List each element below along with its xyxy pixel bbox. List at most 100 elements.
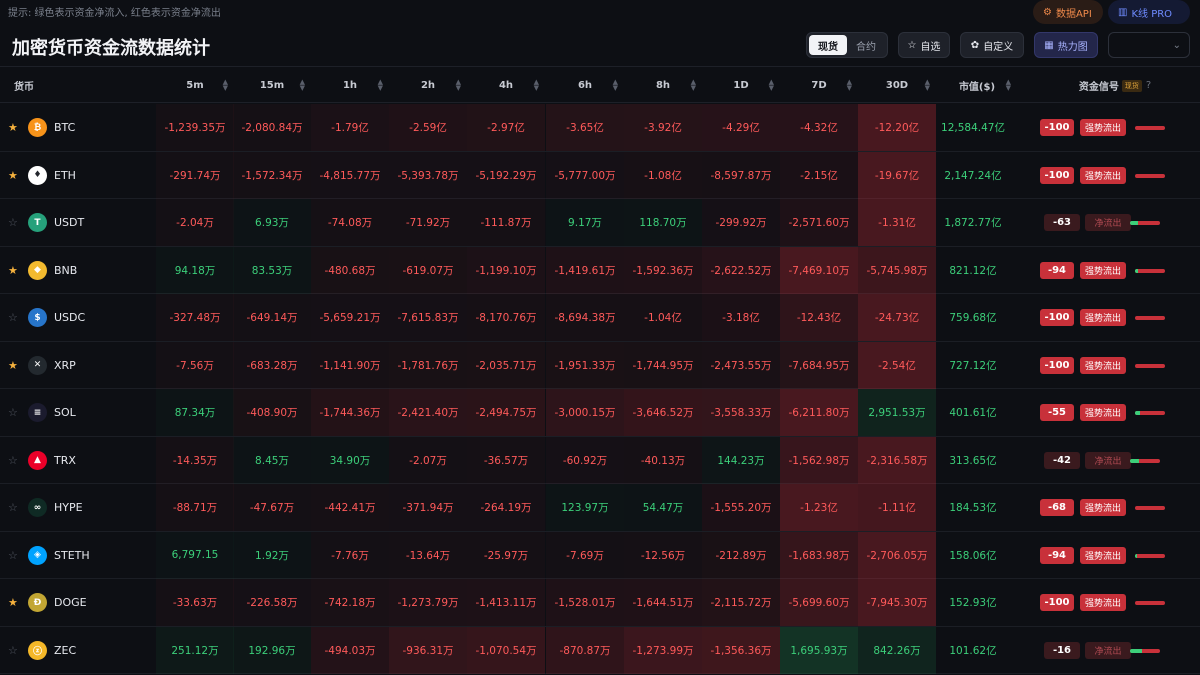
header-1d[interactable]: 1D ▲ ▼ (702, 67, 780, 104)
coin-symbol[interactable]: BTC (54, 104, 75, 151)
table-row[interactable]: ☆ ▲ TRX -14.35万 8.45万 34.90万 -2.07万 -36.57万 -60.… (0, 436, 1200, 484)
market-cap-value: 727.12亿 (949, 359, 997, 372)
table-row[interactable]: ☆ ≡ SOL 87.34万 -408.90万 -1,744.36万 -2,421.40万 -… (0, 389, 1200, 437)
kline-pro-button[interactable]: ▥ K线 PRO (1108, 0, 1190, 24)
header-2h[interactable]: 2h ▲ ▼ (389, 67, 467, 104)
flow-cell-4h: -5,192.29万 (467, 151, 545, 199)
coin-symbol[interactable]: BNB (54, 247, 77, 294)
flow-cell-1d: -299.92万 (702, 199, 780, 246)
flow-cell-5m: -88.71万 (156, 484, 234, 531)
flow-cell-2h: -1,273.79万 (389, 579, 467, 626)
customize-button[interactable]: ✿ 自定义 (960, 32, 1024, 58)
signal-strength-bar (1135, 316, 1165, 320)
coin-symbol[interactable]: HYPE (54, 484, 83, 531)
market-cap-value: 2,147.24亿 (944, 169, 1002, 182)
header-15m[interactable]: 15m ▲ ▼ (233, 67, 311, 104)
header-6h[interactable]: 6h ▲ ▼ (546, 67, 624, 104)
header-4h[interactable]: 4h ▲ ▼ (467, 67, 545, 104)
signal-label: 强势流出 (1080, 546, 1126, 564)
coin-symbol[interactable]: USDC (54, 294, 85, 341)
flow-cell-15m: -683.28万 (233, 341, 311, 389)
table-row[interactable]: ☆ T USDT -2.04万 6.93万 -74.08万 -71.92万 -111.87万 9… (0, 199, 1200, 247)
signal-inflow-fill (1130, 221, 1138, 225)
flow-cell-5m: -7.56万 (156, 341, 234, 389)
coin-symbol[interactable]: TRX (54, 437, 76, 484)
favorite-star-icon[interactable]: ☆ (8, 216, 18, 229)
header-label: 6h (577, 80, 593, 91)
flow-cell-4h: -1,199.10万 (467, 246, 545, 294)
sort-icon: ▲ ▼ (222, 78, 228, 92)
coin-symbol[interactable]: XRP (54, 342, 76, 389)
flow-cell-4h: -1,413.11万 (467, 579, 545, 626)
favorites-button[interactable]: ☆ 自选 (898, 32, 950, 58)
heatmap-button[interactable]: ▦ 热力图 (1034, 32, 1098, 58)
coin-symbol[interactable]: ETH (54, 152, 76, 199)
table-row[interactable]: ☆ $ USDC -327.48万 -649.14万 -5,659.21万 -7,615.8… (0, 294, 1200, 342)
favorite-star-icon[interactable]: ★ (8, 121, 18, 134)
signal-score: -94 (1040, 546, 1074, 564)
star-icon: ☆ (907, 39, 917, 51)
header-5m[interactable]: 5m ▲ ▼ (156, 67, 234, 104)
tab-spot[interactable]: 现货 (809, 35, 847, 55)
header-7d[interactable]: 7D ▲ ▼ (780, 67, 858, 104)
flow-cell-4h: -264.19万 (467, 484, 545, 531)
coin-symbol[interactable]: DOGE (54, 579, 87, 626)
favorite-star-icon[interactable]: ☆ (8, 311, 18, 324)
flow-cell-5m: 94.18万 (156, 247, 234, 294)
table-row[interactable]: ★ ♦ ETH -291.74万 -1,572.34万 -4,815.77万 -5,393.… (0, 151, 1200, 199)
header-coin: 货币 (14, 82, 34, 93)
table-row[interactable]: ☆ ⓩ ZEC 251.12万 192.96万 -494.03万 -936.31万 -1,07… (0, 626, 1200, 674)
bnb-icon: ◆ (28, 260, 47, 280)
favorite-star-icon[interactable]: ☆ (8, 501, 18, 514)
header-market-cap[interactable]: 市值($) ▲ ▼ (937, 67, 1017, 104)
flow-cell-15m: 6.93万 (233, 199, 311, 246)
coin-symbol[interactable]: SOL (54, 389, 76, 436)
flow-cell-5m: 87.34万 (156, 389, 234, 436)
flow-cell-7d: -4.32亿 (780, 104, 858, 151)
favorite-star-icon[interactable]: ☆ (8, 644, 18, 657)
help-icon[interactable]: ? (1146, 80, 1151, 91)
market-cap-value: 313.65亿 (949, 454, 997, 467)
header-label: 2h (420, 80, 436, 91)
header-30d[interactable]: 30D ▲ ▼ (858, 67, 936, 104)
signal-strength-bar (1135, 411, 1165, 415)
table-row[interactable]: ☆ ∞ HYPE -88.71万 -47.67万 -442.41万 -371.94万 -264… (0, 484, 1200, 532)
coin-symbol[interactable]: USDT (54, 199, 84, 246)
sort-icon: ▲ ▼ (690, 78, 696, 92)
favorite-star-icon[interactable]: ★ (8, 596, 18, 609)
table-row[interactable]: ★ ◆ BNB 94.18万 83.53万 -480.68万 -619.07万 -1,199.… (0, 246, 1200, 294)
filter-select[interactable]: ⌄ (1108, 32, 1190, 58)
coin-symbol[interactable]: ZEC (54, 627, 76, 674)
table-row[interactable]: ★ ₿ BTC -1,239.35万 -2,080.84万 -1.79亿 -2.59亿 -2.… (0, 104, 1200, 152)
signal-score: -100 (1040, 594, 1074, 611)
flow-cell-6h: -3,000.15万 (546, 389, 624, 436)
table-row[interactable]: ☆ ◈ STETH 6,797.15 1.92万 -7.76万 -13.64万 -25.97万… (0, 531, 1200, 579)
flow-cell-5m: -33.63万 (156, 579, 234, 626)
data-api-button[interactable]: ⚙ 数据API (1033, 0, 1103, 24)
signal-strength-bar (1135, 506, 1165, 510)
signal-strength-bar (1130, 458, 1160, 463)
flow-cell-15m: -47.67万 (233, 484, 311, 531)
coin-symbol[interactable]: STETH (54, 532, 90, 579)
market-cap-value: 401.61亿 (949, 407, 997, 419)
table-row[interactable]: ★ Ð DOGE -33.63万 -226.58万 -742.18万 -1,273.79万 -… (0, 579, 1200, 627)
flow-cell-8h: -1,592.36万 (624, 246, 702, 294)
flow-cell-15m: -1,572.34万 (233, 151, 311, 199)
header-label: 1h (342, 80, 358, 91)
table-row[interactable]: ★ ✕ XRP -7.56万 -683.28万 -1,141.90万 -1,781.76万 -… (0, 341, 1200, 389)
favorite-star-icon[interactable]: ☆ (8, 454, 18, 467)
favorite-star-icon[interactable]: ☆ (8, 549, 18, 562)
flow-cell-1h: -4,815.77万 (311, 151, 389, 199)
flow-cell-1h: -7.76万 (311, 531, 389, 579)
favorite-star-icon[interactable]: ★ (8, 264, 18, 277)
tab-futures[interactable]: 合约 (847, 35, 885, 55)
favorite-star-icon[interactable]: ☆ (8, 406, 18, 419)
header-8h[interactable]: 8h ▲ ▼ (624, 67, 702, 104)
sort-icon: ▲ ▼ (768, 78, 774, 92)
flow-cell-5m: 251.12万 (156, 626, 234, 674)
flow-cell-30d: -24.73亿 (858, 294, 936, 341)
favorite-star-icon[interactable]: ★ (8, 169, 18, 182)
favorite-star-icon[interactable]: ★ (8, 359, 18, 372)
header-1h[interactable]: 1h ▲ ▼ (311, 67, 389, 104)
flow-cell-1h: -494.03万 (311, 626, 389, 674)
